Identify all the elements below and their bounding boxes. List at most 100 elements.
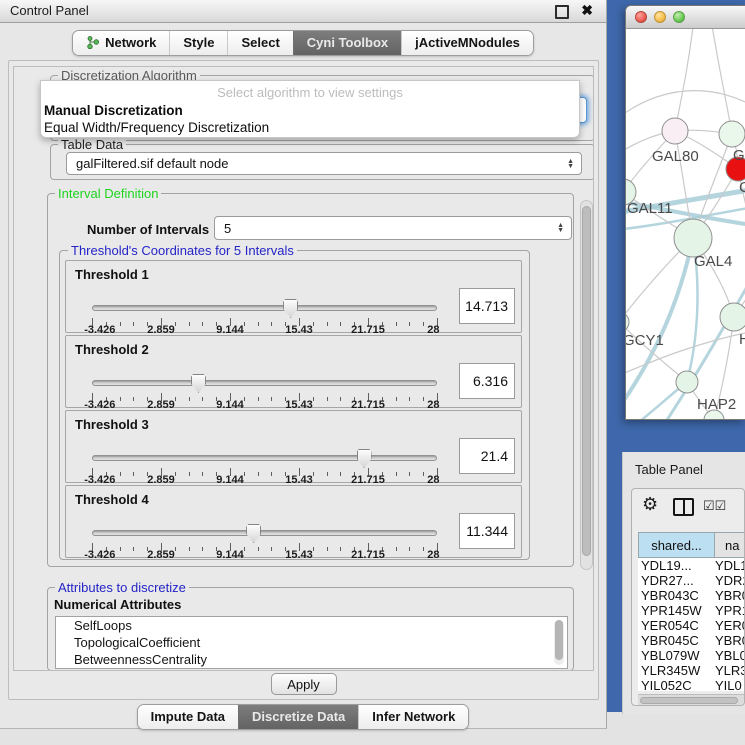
list-item[interactable]: TopologicalCoefficient — [56, 634, 567, 651]
tab-label: Discretize Data — [252, 709, 345, 724]
control-panel: Control Panel ✖ Network Style Select — [0, 0, 607, 729]
threshold-value-input[interactable] — [459, 363, 515, 399]
slider-handle[interactable] — [283, 299, 298, 318]
num-intervals-label: Number of Intervals — [87, 222, 209, 237]
tab-impute-data[interactable]: Impute Data — [138, 705, 238, 729]
node-label: GAL80 — [652, 148, 699, 165]
minimize-traffic-light-icon[interactable] — [654, 11, 666, 23]
node-label: GAL11 — [627, 200, 673, 217]
stepper-icon: ▲▼ — [557, 217, 564, 239]
table-row[interactable]: YDR27...YDR2 — [638, 573, 745, 588]
table-row[interactable]: YIL052CYIL0 — [638, 678, 745, 691]
network-node[interactable] — [720, 303, 745, 331]
tab-infer-network[interactable]: Infer Network — [358, 705, 468, 729]
control-panel-titlebar: Control Panel ✖ — [0, 0, 606, 23]
table-panel: Table Panel ⚙ ☑☑ shared... na YDL19...YD… — [622, 452, 745, 714]
tab-label: Style — [183, 35, 214, 50]
node-label: HAP2 — [697, 396, 736, 413]
scrollbar-thumb[interactable] — [555, 620, 563, 660]
network-node[interactable] — [674, 219, 712, 257]
tab-jactivemnodules[interactable]: jActiveMNodules — [401, 31, 533, 55]
scrollbar-thumb[interactable] — [582, 206, 591, 556]
cyni-toolbox-panel: Discretization Algorithm ▲▼ Select algor… — [8, 60, 599, 700]
column-header-name[interactable]: na — [715, 532, 745, 558]
slider-handle[interactable] — [357, 449, 372, 468]
threshold-2-box: Threshold 2 -3.4262.8599.14415.4321.7152… — [65, 335, 522, 408]
node-label: GCY1 — [626, 332, 664, 349]
bottom-tab-bar: Impute Data Discretize Data Infer Networ… — [0, 704, 606, 730]
column-header-shared-name[interactable]: shared... — [638, 532, 715, 558]
dropdown-option-manual[interactable]: Manual Discretization — [44, 103, 183, 118]
slider-track[interactable] — [92, 380, 437, 386]
numerical-attributes-label: Numerical Attributes — [54, 597, 181, 612]
numerical-attributes-list[interactable]: SelfLoopsTopologicalCoefficientBetweenne… — [55, 616, 568, 669]
table-row[interactable]: YLR345WYLR3 — [638, 663, 745, 678]
table-row[interactable]: YER054CYER0 — [638, 618, 745, 633]
threshold-4-box: Threshold 4 -3.4262.8599.14415.4321.7152… — [65, 485, 522, 558]
dropdown-option-equal-width[interactable]: Equal Width/Frequency Discretization — [44, 120, 269, 135]
slider-scale: -3.4262.8599.14415.4321.71528 — [92, 549, 437, 561]
gear-icon[interactable]: ⚙ — [642, 494, 658, 515]
network-node[interactable] — [676, 371, 698, 393]
slider-track[interactable] — [92, 305, 437, 311]
threshold-slider[interactable] — [92, 524, 437, 544]
thresholds-group-label: Threshold's Coordinates for 5 Intervals — [68, 243, 297, 258]
network-node[interactable] — [662, 118, 688, 144]
num-intervals-combobox[interactable]: 5 ▲▼ — [214, 216, 572, 240]
panel-title: Control Panel — [10, 3, 89, 18]
close-icon[interactable]: ✖ — [581, 2, 593, 19]
tab-cyni-toolbox[interactable]: Cyni Toolbox — [293, 31, 401, 55]
table-row[interactable]: YBR043CYBR0 — [638, 588, 745, 603]
stepper-icon: ▲▼ — [567, 153, 574, 174]
split-columns-icon[interactable] — [673, 498, 694, 516]
table-row[interactable]: YBL079WYBL0 — [638, 648, 745, 663]
apply-button[interactable]: Apply — [271, 673, 337, 695]
algorithm-dropdown-popup: Select algorithm to view settings Manual… — [40, 80, 580, 138]
threshold-slider[interactable] — [92, 299, 437, 319]
network-icon — [86, 36, 99, 49]
threshold-label: Threshold 4 — [75, 492, 149, 507]
checkbox-icons[interactable]: ☑☑ — [703, 498, 726, 514]
slider-track[interactable] — [92, 530, 437, 536]
zoom-traffic-light-icon[interactable] — [673, 11, 685, 23]
threshold-slider[interactable] — [92, 374, 437, 394]
tab-discretize-data[interactable]: Discretize Data — [238, 705, 358, 729]
table-data-combobox[interactable]: galFiltered.sif default node ▲▼ — [66, 152, 582, 175]
network-edge — [711, 29, 732, 134]
network-canvas-svg: GAL80GACGAL11GAL4GCY1HHAP2 — [626, 29, 745, 420]
slider-handle[interactable] — [246, 524, 261, 543]
num-intervals-value: 5 — [224, 221, 231, 236]
slider-track[interactable] — [92, 455, 437, 461]
list-item[interactable]: BetweennessCentrality — [56, 651, 567, 668]
tab-label: Impute Data — [151, 709, 225, 724]
table-row[interactable]: YPR145WYPR1 — [638, 603, 745, 618]
table-row[interactable]: YDL19...YDL1 — [638, 558, 745, 573]
network-node[interactable] — [719, 121, 745, 147]
node-label: GA — [733, 147, 745, 164]
discretize-settings-pane: Discretization Algorithm ▲▼ Select algor… — [13, 66, 594, 671]
list-vertical-scrollbar[interactable] — [554, 620, 564, 665]
tab-network[interactable]: Network — [73, 31, 169, 55]
threshold-value-input[interactable] — [459, 513, 515, 549]
tab-label: jActiveMNodules — [415, 35, 520, 50]
settings-vertical-scrollbar[interactable] — [580, 200, 593, 570]
slider-handle[interactable] — [191, 374, 206, 393]
table-row[interactable]: YBR045CYBR0 — [638, 633, 745, 648]
node-label: H — [739, 331, 745, 348]
node-label: GAL4 — [694, 253, 732, 270]
threshold-3-box: Threshold 3 -3.4262.8599.14415.4321.7152… — [65, 410, 522, 483]
table-horizontal-scrollbar[interactable] — [638, 694, 745, 706]
threshold-value-input[interactable] — [459, 438, 515, 474]
network-node[interactable] — [626, 312, 629, 332]
threshold-label: Threshold 3 — [75, 417, 149, 432]
scrollbar-thumb[interactable] — [640, 697, 738, 704]
tab-select[interactable]: Select — [227, 31, 292, 55]
network-canvas[interactable]: GAL80GACGAL11GAL4GCY1HHAP2 — [626, 29, 745, 420]
network-window-titlebar[interactable] — [626, 6, 745, 29]
float-window-icon[interactable] — [555, 5, 569, 19]
threshold-slider[interactable] — [92, 449, 437, 469]
tab-style[interactable]: Style — [169, 31, 227, 55]
close-traffic-light-icon[interactable] — [635, 11, 647, 23]
threshold-value-input[interactable] — [459, 288, 515, 324]
list-item[interactable]: SelfLoops — [56, 617, 567, 634]
